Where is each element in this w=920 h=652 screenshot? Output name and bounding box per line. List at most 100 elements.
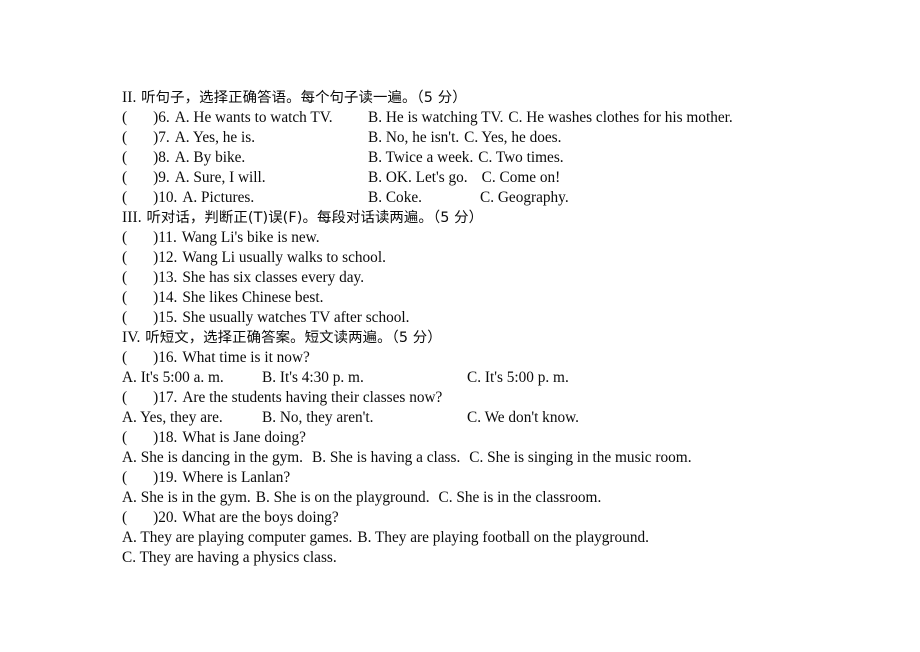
question-row-20: ()20. What are the boys doing? xyxy=(122,508,822,528)
statement-row-15: ()15. She usually watches TV after school… xyxy=(122,308,822,328)
question-20-options-line1: A. They are playing computer games. B. Th… xyxy=(122,528,822,548)
question-17-text: Are the students having their classes no… xyxy=(182,389,443,406)
question-7-number: 7. xyxy=(158,129,170,146)
question-6-stem: ()6. A. He wants to watch TV. xyxy=(122,108,333,128)
question-row-9: ()9. A. Sure, I will. B. OK. Let's go. C. … xyxy=(122,168,822,188)
question-7-option-a[interactable]: A. Yes, he is. xyxy=(175,129,255,146)
paren-open: ( xyxy=(122,349,128,366)
question-20-options-line2: C. They are having a physics class. xyxy=(122,548,822,568)
question-10-option-c[interactable]: C. Geography. xyxy=(480,188,569,208)
question-19-option-c[interactable]: C. She is in the classroom. xyxy=(439,489,602,506)
paren-open: ( xyxy=(122,289,128,306)
question-9-option-a[interactable]: A. Sure, I will. xyxy=(175,169,266,186)
statement-13-text: She has six classes every day. xyxy=(182,269,365,286)
question-9-option-c[interactable]: C. Come on! xyxy=(482,169,561,186)
question-20-number: 20. xyxy=(158,509,178,526)
question-17-options: A. Yes, they are. B. No, they aren't. C.… xyxy=(122,408,822,428)
paren-open: ( xyxy=(122,149,128,166)
paren-open: ( xyxy=(122,129,128,146)
paren-open: ( xyxy=(122,509,128,526)
paren-open: ( xyxy=(122,389,128,406)
statement-row-14: ()14. She likes Chinese best. xyxy=(122,288,822,308)
question-16-option-c[interactable]: C. It's 5:00 p. m. xyxy=(467,368,569,388)
question-7-option-bc: B. No, he isn't. C. Yes, he does. xyxy=(368,128,561,148)
question-6-number: 6. xyxy=(158,109,170,126)
question-17-number: 17. xyxy=(158,389,178,406)
statement-13-number: 13. xyxy=(158,269,178,286)
question-row-19: ()19. Where is Lanlan? xyxy=(122,468,822,488)
question-9-option-b[interactable]: B. OK. Let's go. xyxy=(368,169,468,186)
question-row-16: ()16. What time is it now? xyxy=(122,348,822,368)
question-9-option-bc: B. OK. Let's go. C. Come on! xyxy=(368,168,560,188)
question-8-option-c[interactable]: C. Two times. xyxy=(478,149,563,166)
question-row-6: ()6. A. He wants to watch TV. B. He is wa… xyxy=(122,108,822,128)
statement-row-12: ()12. Wang Li usually walks to school. xyxy=(122,248,822,268)
paren-open: ( xyxy=(122,169,128,186)
document-content: II. 听句子，选择正确答语。每个句子读一遍。（5 分） ()6. A. He w… xyxy=(122,88,822,568)
question-10-number: 10. xyxy=(158,189,178,206)
statement-row-13: ()13. She has six classes every day. xyxy=(122,268,822,288)
question-18-options: A. She is dancing in the gym. B. She is h… xyxy=(122,448,822,468)
question-18-option-c[interactable]: C. She is singing in the music room. xyxy=(469,449,691,466)
question-16-text: What time is it now? xyxy=(182,349,310,366)
question-10-option-a[interactable]: A. Pictures. xyxy=(182,189,254,206)
section-2-roman: II. xyxy=(122,89,137,106)
question-18-option-b[interactable]: B. She is having a class. xyxy=(312,449,460,466)
question-9-stem: ()9. A. Sure, I will. xyxy=(122,168,266,188)
statement-11-text: Wang Li's bike is new. xyxy=(181,229,320,246)
paren-open: ( xyxy=(122,189,128,206)
question-17-option-a[interactable]: A. Yes, they are. xyxy=(122,408,223,428)
question-18-text: What is Jane doing? xyxy=(182,429,306,446)
question-16-number: 16. xyxy=(158,349,178,366)
paren-open: ( xyxy=(122,269,128,286)
question-8-option-bc: B. Twice a week. C. Two times. xyxy=(368,148,564,168)
question-18-number: 18. xyxy=(158,429,178,446)
section-heading-4: IV. 听短文，选择正确答案。短文读两遍。（5 分） xyxy=(122,328,822,348)
question-20-option-b[interactable]: B. They are playing football on the play… xyxy=(357,529,649,546)
section-2-chinese: 听句子，选择正确答语。每个句子读一遍。（5 分） xyxy=(136,90,467,106)
question-row-10: ()10. A. Pictures. B. Coke. C. Geography. xyxy=(122,188,822,208)
question-19-options: A. She is in the gym. B. She is on the pl… xyxy=(122,488,822,508)
question-row-17: ()17. Are the students having their class… xyxy=(122,388,822,408)
section-heading-3: III. 听对话，判断正(T)误(F)。每段对话读两遍。（5 分） xyxy=(122,208,822,228)
paren-open: ( xyxy=(122,429,128,446)
question-17-option-b[interactable]: B. No, they aren't. xyxy=(262,408,374,428)
section-3-chinese: 听对话，判断正(T)误(F)。每段对话读两遍。（5 分） xyxy=(141,210,484,226)
statement-row-11: ()11. Wang Li's bike is new. xyxy=(122,228,822,248)
question-20-option-c[interactable]: C. They are having a physics class. xyxy=(122,549,337,566)
question-7-option-c[interactable]: C. Yes, he does. xyxy=(464,129,561,146)
question-20-option-a[interactable]: A. They are playing computer games. xyxy=(122,529,352,546)
section-4-roman: IV. xyxy=(122,329,141,346)
question-7-option-b[interactable]: B. No, he isn't. xyxy=(368,129,459,146)
question-19-number: 19. xyxy=(158,469,178,486)
document-page: II. 听句子，选择正确答语。每个句子读一遍。（5 分） ()6. A. He w… xyxy=(0,0,920,652)
question-18-option-a[interactable]: A. She is dancing in the gym. xyxy=(122,449,303,466)
question-16-option-a[interactable]: A. It's 5:00 a. m. xyxy=(122,368,224,388)
statement-15-text: She usually watches TV after school. xyxy=(182,309,410,326)
question-8-stem: ()8. A. By bike. xyxy=(122,148,245,168)
paren-open: ( xyxy=(122,309,128,326)
question-8-option-a[interactable]: A. By bike. xyxy=(175,149,246,166)
section-4-chinese: 听短文，选择正确答案。短文读两遍。（5 分） xyxy=(140,330,442,346)
question-8-number: 8. xyxy=(158,149,170,166)
question-8-option-b[interactable]: B. Twice a week. xyxy=(368,149,473,166)
section-3-roman: III. xyxy=(122,209,142,226)
question-16-options: A. It's 5:00 a. m. B. It's 4:30 p. m. C.… xyxy=(122,368,822,388)
question-6-option-b[interactable]: B. He is watching TV. xyxy=(368,109,503,126)
paren-open: ( xyxy=(122,229,128,246)
paren-open: ( xyxy=(122,249,128,266)
question-17-option-c[interactable]: C. We don't know. xyxy=(467,408,579,428)
question-16-option-b[interactable]: B. It's 4:30 p. m. xyxy=(262,368,364,388)
statement-15-number: 15. xyxy=(158,309,178,326)
question-row-7: ()7. A. Yes, he is. B. No, he isn't. C. Ye… xyxy=(122,128,822,148)
question-10-option-b[interactable]: B. Coke. xyxy=(368,188,422,208)
question-19-option-b[interactable]: B. She is on the playground. xyxy=(256,489,430,506)
question-19-text: Where is Lanlan? xyxy=(182,469,291,486)
question-6-option-a[interactable]: A. He wants to watch TV. xyxy=(175,109,333,126)
question-6-option-c[interactable]: C. He washes clothes for his mother. xyxy=(508,109,732,126)
question-19-option-a[interactable]: A. She is in the gym. xyxy=(122,489,251,506)
statement-12-number: 12. xyxy=(158,249,178,266)
question-row-8: ()8. A. By bike. B. Twice a week. C. Two t… xyxy=(122,148,822,168)
statement-11-number: 11. xyxy=(158,229,177,246)
question-row-18: ()18. What is Jane doing? xyxy=(122,428,822,448)
